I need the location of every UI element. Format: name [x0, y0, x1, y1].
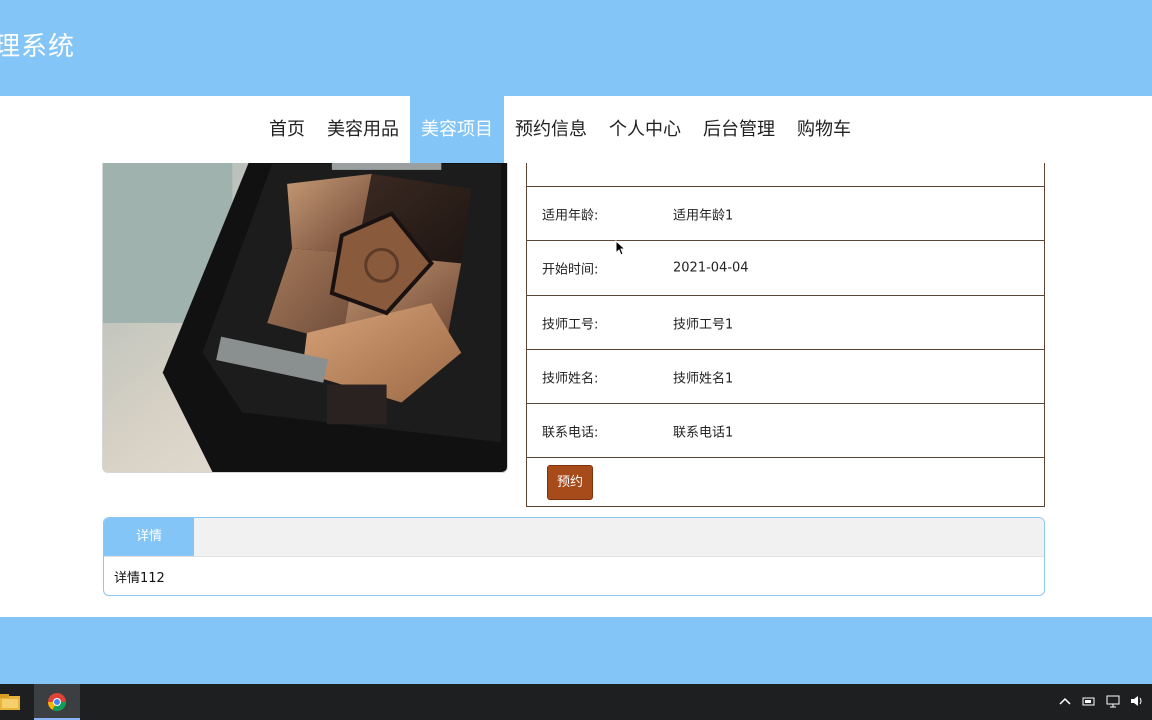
nav-item-reservations[interactable]: 预约信息 [504, 96, 598, 163]
info-row-age: 适用年龄: 适用年龄1 [527, 186, 1044, 240]
info-row-tech-name: 技师姓名: 技师姓名1 [527, 349, 1044, 403]
chrome-icon[interactable] [34, 684, 80, 720]
volume-icon[interactable] [1130, 693, 1144, 709]
site-header: 理系统 [0, 0, 1152, 96]
product-info-table: 适用年龄: 适用年龄1 开始时间: 2021-04-04 技师工号: 技师工号1… [526, 163, 1045, 507]
tab-details[interactable]: 详情 [104, 518, 194, 556]
reserve-button[interactable]: 预约 [547, 465, 593, 500]
site-title: 理系统 [0, 32, 76, 62]
info-label: 适用年龄: [542, 208, 599, 223]
info-row-tech-id: 技师工号: 技师工号1 [527, 295, 1044, 349]
info-label: 技师工号: [542, 317, 599, 332]
nav-item-admin[interactable]: 后台管理 [692, 96, 786, 163]
chevron-up-icon[interactable] [1058, 693, 1072, 709]
info-row-action: 预约 [527, 457, 1044, 506]
info-value: 技师姓名1 [673, 371, 734, 386]
info-value: 技师工号1 [673, 317, 734, 332]
system-tray [1058, 693, 1144, 709]
info-row-partial [527, 163, 1044, 186]
info-label: 开始时间: [542, 262, 599, 278]
nav-item-home[interactable]: 首页 [258, 96, 316, 163]
info-value: 2021-04-04 [673, 260, 749, 276]
os-taskbar [0, 684, 1152, 720]
nav-item-beauty-projects[interactable]: 美容项目 [410, 96, 504, 163]
folder-icon[interactable] [0, 690, 22, 714]
info-row-phone: 联系电话: 联系电话1 [527, 403, 1044, 457]
mouse-cursor-icon [615, 239, 627, 256]
info-row-start-time: 开始时间: 2021-04-04 [527, 240, 1044, 295]
product-image [102, 163, 508, 473]
info-value: 适用年龄1 [673, 208, 734, 223]
site-footer [0, 617, 1152, 684]
info-value: 联系电话1 [673, 425, 734, 440]
network-icon[interactable] [1106, 693, 1120, 709]
info-label: 联系电话: [542, 425, 599, 440]
battery-icon[interactable] [1082, 693, 1096, 709]
content-area: 适用年龄: 适用年龄1 开始时间: 2021-04-04 技师工号: 技师工号1… [0, 163, 1152, 617]
info-label: 技师姓名: [542, 371, 599, 386]
nav-item-cart[interactable]: 购物车 [786, 96, 862, 163]
nav-item-personal-center[interactable]: 个人中心 [598, 96, 692, 163]
nav-item-beauty-products[interactable]: 美容用品 [316, 96, 410, 163]
detail-panel: 详情 详情112 [103, 517, 1045, 596]
detail-content: 详情112 [114, 571, 165, 586]
main-nav: 首页 美容用品 美容项目 预约信息 个人中心 后台管理 购物车 [0, 96, 1152, 163]
detail-tab-bar: 详情 [104, 518, 1044, 557]
